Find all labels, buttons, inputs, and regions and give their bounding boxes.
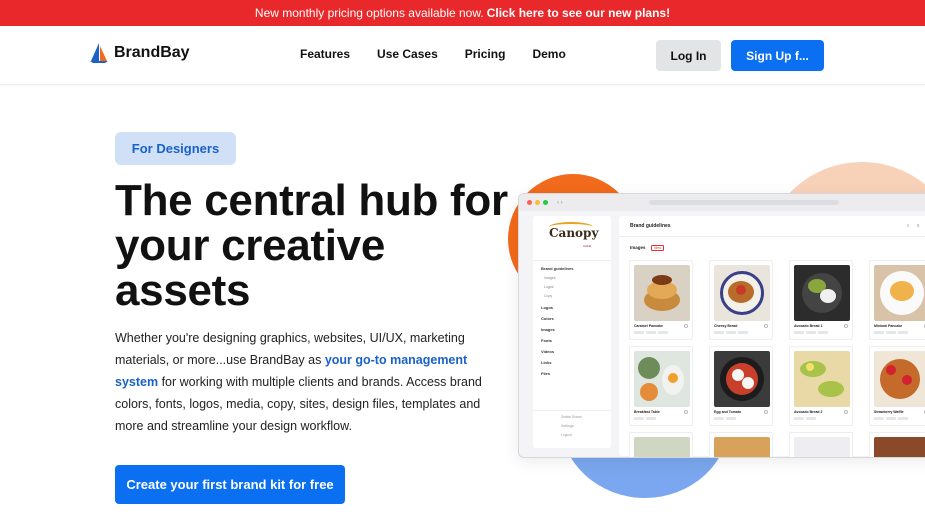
mockup-sidebar: Canopy CAFE Brand guidelines Images Logo…	[533, 216, 611, 448]
card-photo	[794, 437, 850, 457]
top-nav: BrandBay Features Use Cases Pricing Demo…	[0, 26, 925, 85]
address-bar	[649, 200, 839, 205]
mockup-header-rule	[619, 236, 925, 237]
card-select-icon	[684, 324, 688, 328]
card-photo	[634, 351, 690, 407]
card-photo	[634, 265, 690, 321]
card-select-icon	[764, 410, 768, 414]
card-select-icon	[844, 324, 848, 328]
card-select-icon	[844, 410, 848, 414]
sidebar-sub-logos: Logos	[544, 285, 554, 289]
card-photo	[874, 351, 925, 407]
card-title: Cheesy Bread	[714, 324, 738, 328]
card-select-icon	[684, 410, 688, 414]
sidebar-item-images: Images	[541, 327, 555, 332]
mockup-main: Brand guidelines ⌕ ⚲ ⋮ Images New Carame…	[619, 216, 925, 457]
nav-links: Features Use Cases Pricing Demo	[300, 47, 566, 61]
image-card: Cheesy Bread	[709, 260, 773, 340]
announcement-text: New monthly pricing options available no…	[254, 6, 484, 20]
card-title: Egg and Tomato	[714, 410, 742, 414]
hero-description: Whether you're designing graphics, websi…	[115, 327, 500, 437]
hero-headline: The central hub for your creative assets	[115, 176, 508, 315]
sidebar-item-colors: Colors	[541, 316, 554, 321]
mockup-section-title: Brand guidelines	[630, 223, 671, 229]
card-photo	[794, 265, 850, 321]
canopy-logo: Canopy CAFE	[533, 216, 611, 256]
image-card	[869, 432, 925, 457]
app-screenshot: ‹ › Canopy CAFE Brand guidelines Images …	[518, 193, 925, 458]
card-photo	[874, 437, 925, 457]
sidebar-sub-images: Images	[544, 276, 556, 280]
mockup-images-label: Images	[630, 245, 646, 250]
back-forward-icon: ‹ ›	[557, 199, 563, 206]
card-photo	[794, 351, 850, 407]
audience-tag: For Designers	[115, 132, 236, 165]
hero-description-part-2: for working with multiple clients and br…	[115, 375, 482, 433]
nav-link-use-cases[interactable]: Use Cases	[377, 47, 438, 61]
card-photo	[714, 437, 770, 457]
image-card: Breakfast Table	[629, 346, 693, 426]
card-title: Avocado Bread 1	[794, 324, 823, 328]
image-card: Minimal Pancake	[869, 260, 925, 340]
card-photo	[634, 437, 690, 457]
sidebar-item-logos: Logos	[541, 305, 553, 310]
card-title: Minimal Pancake	[874, 324, 903, 328]
canopy-logo-text: Canopy	[549, 226, 599, 240]
close-dot-icon	[527, 200, 532, 205]
image-card: Egg and Tomato	[709, 346, 773, 426]
sidebar-switch-brand: Switch Brand	[561, 415, 582, 419]
canopy-logo-sub: CAFE	[583, 244, 592, 248]
announcement-bar: New monthly pricing options available no…	[0, 0, 925, 26]
sidebar-item-links: Links	[541, 360, 552, 365]
create-brand-kit-button[interactable]: Create your first brand kit for free	[115, 465, 345, 504]
sidebar-item-files: Files	[541, 371, 551, 376]
card-title: Breakfast Table	[634, 410, 660, 414]
image-card	[709, 432, 773, 457]
mockup-new-badge: New	[651, 245, 665, 251]
image-card: Strawberry Waffle	[869, 346, 925, 426]
image-card	[629, 432, 693, 457]
image-card: Caramel Pancake	[629, 260, 693, 340]
mockup-toolbar-icons: ⌕ ⚲ ⋮	[906, 223, 925, 229]
image-card: Avocado Bread 1	[789, 260, 853, 340]
announcement-link[interactable]: Click here to see our new plans!	[487, 6, 670, 20]
nav-link-demo[interactable]: Demo	[532, 47, 565, 61]
login-button[interactable]: Log In	[656, 40, 721, 71]
sidebar-item-fonts: Fonts	[541, 338, 552, 343]
signup-button[interactable]: Sign Up f...	[731, 40, 824, 71]
window-titlebar: ‹ ›	[519, 194, 925, 211]
sidebar-item-videos: Videos	[541, 349, 555, 354]
sidebar-settings: Settings	[561, 424, 574, 428]
card-photo	[714, 351, 770, 407]
card-select-icon	[764, 324, 768, 328]
maximize-dot-icon	[543, 200, 548, 205]
card-photo	[874, 265, 925, 321]
minimize-dot-icon	[535, 200, 540, 205]
sidebar-divider	[533, 260, 611, 261]
brand-name: BrandBay	[114, 44, 190, 61]
card-title: Strawberry Waffle	[874, 410, 904, 414]
card-title: Avocado Bread 2	[794, 410, 823, 414]
sidebar-footer-divider	[533, 410, 611, 411]
nav-link-features[interactable]: Features	[300, 47, 350, 61]
nav-link-pricing[interactable]: Pricing	[465, 47, 506, 61]
sidebar-sub-copy: Copy	[544, 294, 553, 298]
brand-logo[interactable]: BrandBay	[90, 43, 190, 63]
image-card	[789, 432, 853, 457]
sidebar-logout: Logout	[561, 433, 572, 437]
card-photo	[714, 265, 770, 321]
image-card: Avocado Bread 2	[789, 346, 853, 426]
card-title: Caramel Pancake	[634, 324, 663, 328]
brand-sail-icon	[90, 43, 108, 63]
sidebar-item-brand-guidelines: Brand guidelines	[541, 266, 574, 271]
